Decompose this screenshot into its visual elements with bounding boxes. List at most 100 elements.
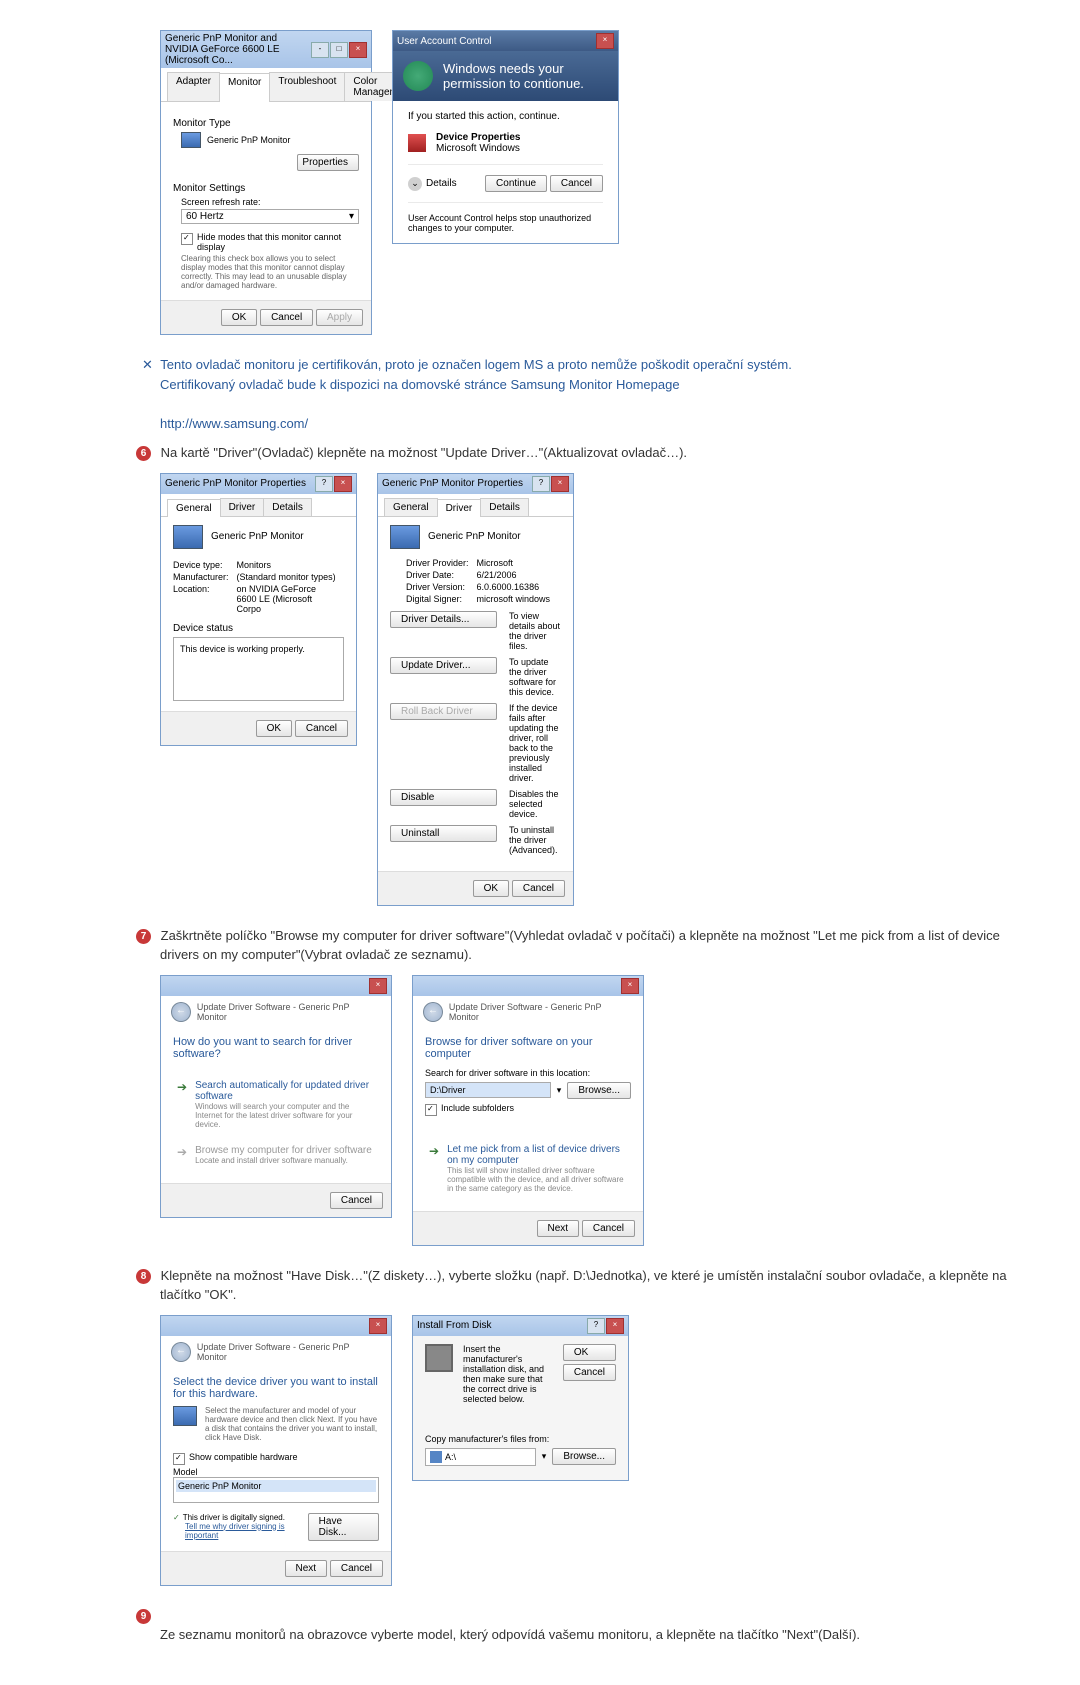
x-icon: ✕	[142, 357, 153, 372]
wizard-heading: Browse for driver software on your compu…	[425, 1036, 631, 1060]
tab-general[interactable]: General	[167, 499, 221, 517]
uninstall-button[interactable]: Uninstall	[390, 825, 497, 842]
display-properties-dialog: Generic PnP Monitor and NVIDIA GeForce 6…	[160, 30, 372, 335]
close-button[interactable]: ×	[369, 1318, 387, 1334]
help-button[interactable]: ?	[587, 1318, 605, 1334]
breadcrumb: Update Driver Software - Generic PnP Mon…	[197, 1002, 381, 1022]
cancel-button[interactable]: Cancel	[550, 175, 603, 192]
monitor-type-label: Monitor Type	[173, 118, 359, 129]
browse-button[interactable]: Browse...	[552, 1448, 616, 1465]
wizard-search-dialog: × ← Update Driver Software - Generic PnP…	[160, 975, 392, 1218]
ok-button[interactable]: OK	[256, 720, 292, 737]
close-button[interactable]: ×	[369, 978, 387, 994]
next-button[interactable]: Next	[537, 1220, 580, 1237]
browse-button[interactable]: Browse...	[567, 1082, 631, 1099]
tab-driver[interactable]: Driver	[437, 499, 482, 517]
ok-button[interactable]: OK	[473, 880, 509, 897]
cancel-button[interactable]: Cancel	[330, 1192, 383, 1209]
close-button[interactable]: ×	[606, 1318, 624, 1334]
close-button[interactable]: ×	[596, 33, 614, 49]
browse-option[interactable]: ➔ Browse my computer for driver software…	[173, 1137, 379, 1173]
minimize-button[interactable]: -	[311, 42, 329, 58]
breadcrumb: Update Driver Software - Generic PnP Mon…	[449, 1002, 633, 1022]
rollback-button[interactable]: Roll Back Driver	[390, 703, 497, 720]
close-button[interactable]: ×	[334, 476, 352, 492]
device-icon	[408, 134, 426, 152]
step-8-text: 8 Klepněte na možnost "Have Disk…"(Z dis…	[160, 1266, 1030, 1305]
path-input[interactable]: A:\	[425, 1448, 536, 1466]
hide-modes-label: Hide modes that this monitor cannot disp…	[197, 232, 359, 252]
refresh-rate-label: Screen refresh rate:	[173, 197, 359, 207]
show-compat-checkbox[interactable]	[173, 1453, 185, 1465]
samsung-link[interactable]: http://www.samsung.com/	[160, 416, 308, 431]
tab-details[interactable]: Details	[263, 498, 312, 516]
tab-details[interactable]: Details	[480, 498, 529, 516]
disable-button[interactable]: Disable	[390, 789, 497, 806]
device-properties-label: Device Properties	[436, 132, 521, 143]
monitor-icon	[173, 1406, 197, 1426]
dropdown-icon[interactable]: ▾	[557, 1085, 562, 1096]
cancel-button[interactable]: Cancel	[512, 880, 565, 897]
wizard-heading: Select the device driver you want to ins…	[173, 1376, 379, 1400]
expand-icon[interactable]: ⌄	[408, 177, 422, 191]
uac-titlebar: User Account Control ×	[393, 31, 618, 51]
next-button[interactable]: Next	[285, 1560, 328, 1577]
cancel-button[interactable]: Cancel	[295, 720, 348, 737]
wizard-heading: How do you want to search for driver sof…	[173, 1036, 379, 1060]
close-button[interactable]: ×	[349, 42, 367, 58]
close-button[interactable]: ×	[551, 476, 569, 492]
close-button[interactable]: ×	[621, 978, 639, 994]
continue-button[interactable]: Continue	[485, 175, 547, 192]
step-6-text: 6 Na kartě "Driver"(Ovladač) klepněte na…	[160, 443, 1030, 463]
cancel-button[interactable]: Cancel	[330, 1560, 383, 1577]
signing-link[interactable]: Tell me why driver signing is important	[185, 1522, 308, 1540]
details-link[interactable]: Details	[426, 178, 457, 189]
tab-adapter[interactable]: Adapter	[167, 72, 220, 101]
auto-search-option[interactable]: ➔ Search automatically for updated drive…	[173, 1072, 379, 1137]
monitor-props-general: Generic PnP Monitor Properties ?× Genera…	[160, 473, 357, 746]
apply-button[interactable]: Apply	[316, 309, 363, 326]
properties-button[interactable]: Properties	[297, 154, 359, 171]
ok-button[interactable]: OK	[563, 1344, 616, 1361]
step-7-text: 7 Zaškrtněte políčko "Browse my computer…	[160, 926, 1030, 965]
cancel-button[interactable]: Cancel	[563, 1364, 616, 1381]
refresh-rate-select[interactable]: 60 Hertz ▾	[181, 209, 359, 224]
cancel-button[interactable]: Cancel	[260, 309, 313, 326]
monitor-icon	[173, 525, 203, 549]
maximize-button[interactable]: □	[330, 42, 348, 58]
arrow-icon: ➔	[177, 1080, 187, 1094]
tab-general[interactable]: General	[384, 498, 438, 516]
cancel-button[interactable]: Cancel	[582, 1220, 635, 1237]
badge-7: 7	[136, 929, 151, 944]
driver-cert-note: ✕ Tento ovladač monitoru je certifikován…	[160, 355, 1030, 433]
back-button[interactable]: ←	[423, 1002, 443, 1022]
pick-from-list-option[interactable]: ➔ Let me pick from a list of device driv…	[425, 1136, 631, 1201]
tabs: Adapter Monitor Troubleshoot Color Manag…	[161, 68, 371, 102]
hide-modes-checkbox[interactable]	[181, 233, 193, 245]
path-input[interactable]: D:\Driver	[425, 1082, 551, 1098]
help-button[interactable]: ?	[532, 476, 550, 492]
have-disk-button[interactable]: Have Disk...	[308, 1513, 379, 1541]
help-button[interactable]: ?	[315, 476, 333, 492]
tab-troubleshoot[interactable]: Troubleshoot	[269, 72, 345, 101]
status-textbox: This device is working properly.	[173, 637, 344, 701]
breadcrumb: Update Driver Software - Generic PnP Mon…	[197, 1342, 381, 1362]
dropdown-icon[interactable]: ▾	[542, 1451, 547, 1462]
wizard-select-driver-dialog: × ← Update Driver Software - Generic PnP…	[160, 1315, 392, 1586]
uac-header: Windows needs your permission to contion…	[393, 51, 618, 101]
include-sub-checkbox[interactable]	[425, 1104, 437, 1116]
monitor-name: Generic PnP Monitor	[207, 135, 290, 145]
uac-dialog: User Account Control × Windows needs you…	[392, 30, 619, 244]
floppy-icon	[425, 1344, 453, 1372]
driver-details-button[interactable]: Driver Details...	[390, 611, 497, 628]
tab-driver[interactable]: Driver	[220, 498, 265, 516]
tab-monitor[interactable]: Monitor	[219, 73, 270, 102]
back-button[interactable]: ←	[171, 1002, 191, 1022]
ok-button[interactable]: OK	[221, 309, 257, 326]
badge-8: 8	[136, 1269, 151, 1284]
cert-icon: ✓	[173, 1513, 180, 1522]
model-list[interactable]: Generic PnP Monitor	[173, 1477, 379, 1503]
uac-heading: Windows needs your permission to contion…	[443, 61, 608, 91]
back-button[interactable]: ←	[171, 1342, 191, 1362]
update-driver-button[interactable]: Update Driver...	[390, 657, 497, 674]
